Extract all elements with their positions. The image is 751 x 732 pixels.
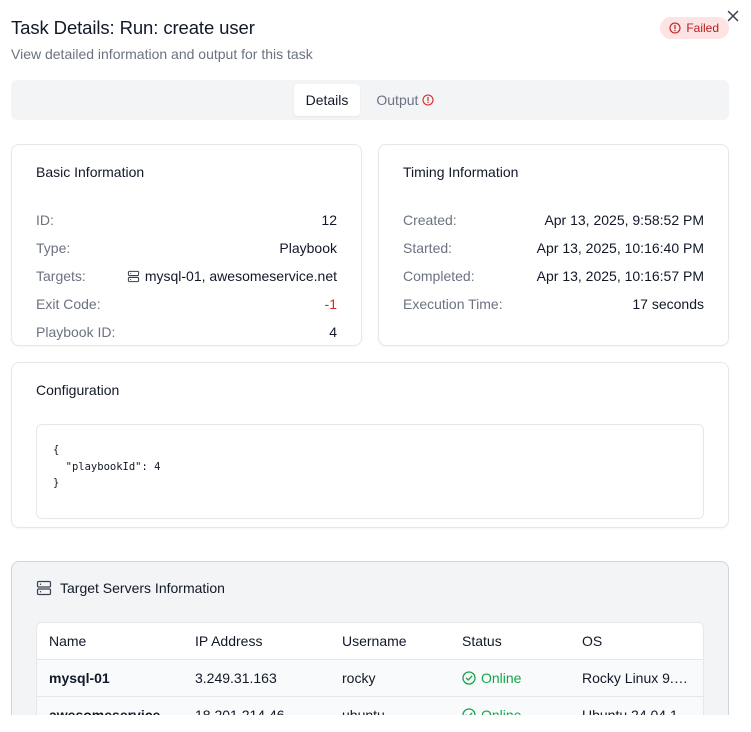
column-header-username[interactable]: Username bbox=[342, 633, 462, 649]
info-row-type: Type: Playbook bbox=[36, 234, 337, 262]
info-value-targets: mysql-01, awesomeservice.net bbox=[127, 268, 337, 284]
server-status-label: Online bbox=[481, 670, 522, 686]
info-row-completed: Completed: Apr 13, 2025, 10:16:57 PM bbox=[403, 262, 704, 290]
card-title: Configuration bbox=[36, 382, 120, 398]
column-header-os[interactable]: OS bbox=[582, 633, 703, 649]
info-row-id: ID: 12 bbox=[36, 206, 337, 234]
configuration-card: Configuration { "playbookId": 4 } bbox=[11, 362, 729, 528]
servers-card-title: Target Servers Information bbox=[36, 580, 225, 596]
table-row[interactable]: mysql-01 3.249.31.163 rocky Online Rocky… bbox=[37, 660, 703, 697]
info-row-started: Started: Apr 13, 2025, 10:16:40 PM bbox=[403, 234, 704, 262]
server-ip: 3.249.31.163 bbox=[195, 670, 277, 686]
server-icon bbox=[127, 270, 139, 282]
info-label: Playbook ID: bbox=[36, 324, 116, 340]
info-row-execution-time: Execution Time: 17 seconds bbox=[403, 290, 704, 318]
card-title: Basic Information bbox=[36, 164, 145, 180]
tab-output[interactable]: Output bbox=[364, 84, 446, 116]
tab-list: Details Output bbox=[11, 80, 729, 120]
server-os: Rocky Linux 9.5 ... bbox=[582, 670, 698, 686]
targets-text: mysql-01, awesomeservice.net bbox=[144, 268, 337, 284]
info-value: Apr 13, 2025, 9:58:52 PM bbox=[544, 212, 704, 228]
check-circle-icon bbox=[462, 671, 476, 685]
column-header-ip-address[interactable]: IP Address bbox=[195, 633, 342, 649]
info-value: Playbook bbox=[279, 240, 337, 256]
tab-details[interactable]: Details bbox=[293, 84, 361, 116]
dialog-header: Task Details: Run: create user View deta… bbox=[11, 17, 729, 62]
info-value: Apr 13, 2025, 10:16:40 PM bbox=[536, 240, 704, 256]
tab-details-label: Details bbox=[305, 92, 349, 108]
target-servers-card: Target Servers Information Name IP Addre… bbox=[11, 561, 729, 732]
server-icon bbox=[36, 580, 52, 596]
servers-title-text: Target Servers Information bbox=[60, 580, 225, 596]
info-label: ID: bbox=[36, 212, 54, 228]
info-label: Execution Time: bbox=[403, 296, 503, 312]
info-row-playbook-id: Playbook ID: 4 bbox=[36, 318, 337, 346]
info-row-exit-code: Exit Code: -1 bbox=[36, 290, 337, 318]
configuration-code: { "playbookId": 4 } bbox=[36, 424, 704, 519]
column-header-name[interactable]: Name bbox=[49, 633, 195, 649]
info-label: Created: bbox=[403, 212, 457, 228]
timing-information-card: Timing Information Created: Apr 13, 2025… bbox=[378, 144, 729, 346]
info-label: Completed: bbox=[403, 268, 475, 284]
alert-circle-icon bbox=[669, 22, 681, 34]
info-value: 17 seconds bbox=[632, 296, 704, 312]
info-value: 4 bbox=[329, 324, 337, 340]
basic-information-card: Basic Information ID: 12 Type: Playbook … bbox=[11, 144, 362, 346]
server-name: mysql-01 bbox=[49, 670, 110, 686]
alert-circle-icon bbox=[422, 94, 434, 106]
dialog-subtitle: View detailed information and output for… bbox=[11, 46, 313, 62]
status-badge-label: Failed bbox=[686, 21, 719, 35]
info-value: Apr 13, 2025, 10:16:57 PM bbox=[536, 268, 704, 284]
scroll-clip bbox=[0, 715, 751, 732]
info-label: Exit Code: bbox=[36, 296, 101, 312]
server-username: rocky bbox=[342, 670, 376, 686]
table-header: Name IP Address Username Status OS bbox=[37, 623, 703, 660]
info-row-created: Created: Apr 13, 2025, 9:58:52 PM bbox=[403, 206, 704, 234]
info-row-targets: Targets: mysql-01, awesomeservice.net bbox=[36, 262, 337, 290]
info-label: Started: bbox=[403, 240, 453, 256]
card-title: Timing Information bbox=[403, 164, 519, 180]
info-label: Type: bbox=[36, 240, 71, 256]
dialog-title: Task Details: Run: create user bbox=[11, 17, 255, 38]
status-badge: Failed bbox=[660, 17, 729, 39]
column-header-status[interactable]: Status bbox=[462, 633, 582, 649]
exit-code-value: -1 bbox=[324, 296, 337, 312]
tab-output-label: Output bbox=[376, 92, 419, 108]
info-label: Targets: bbox=[36, 268, 86, 284]
info-value: 12 bbox=[321, 212, 337, 228]
server-status: Online bbox=[462, 670, 582, 686]
